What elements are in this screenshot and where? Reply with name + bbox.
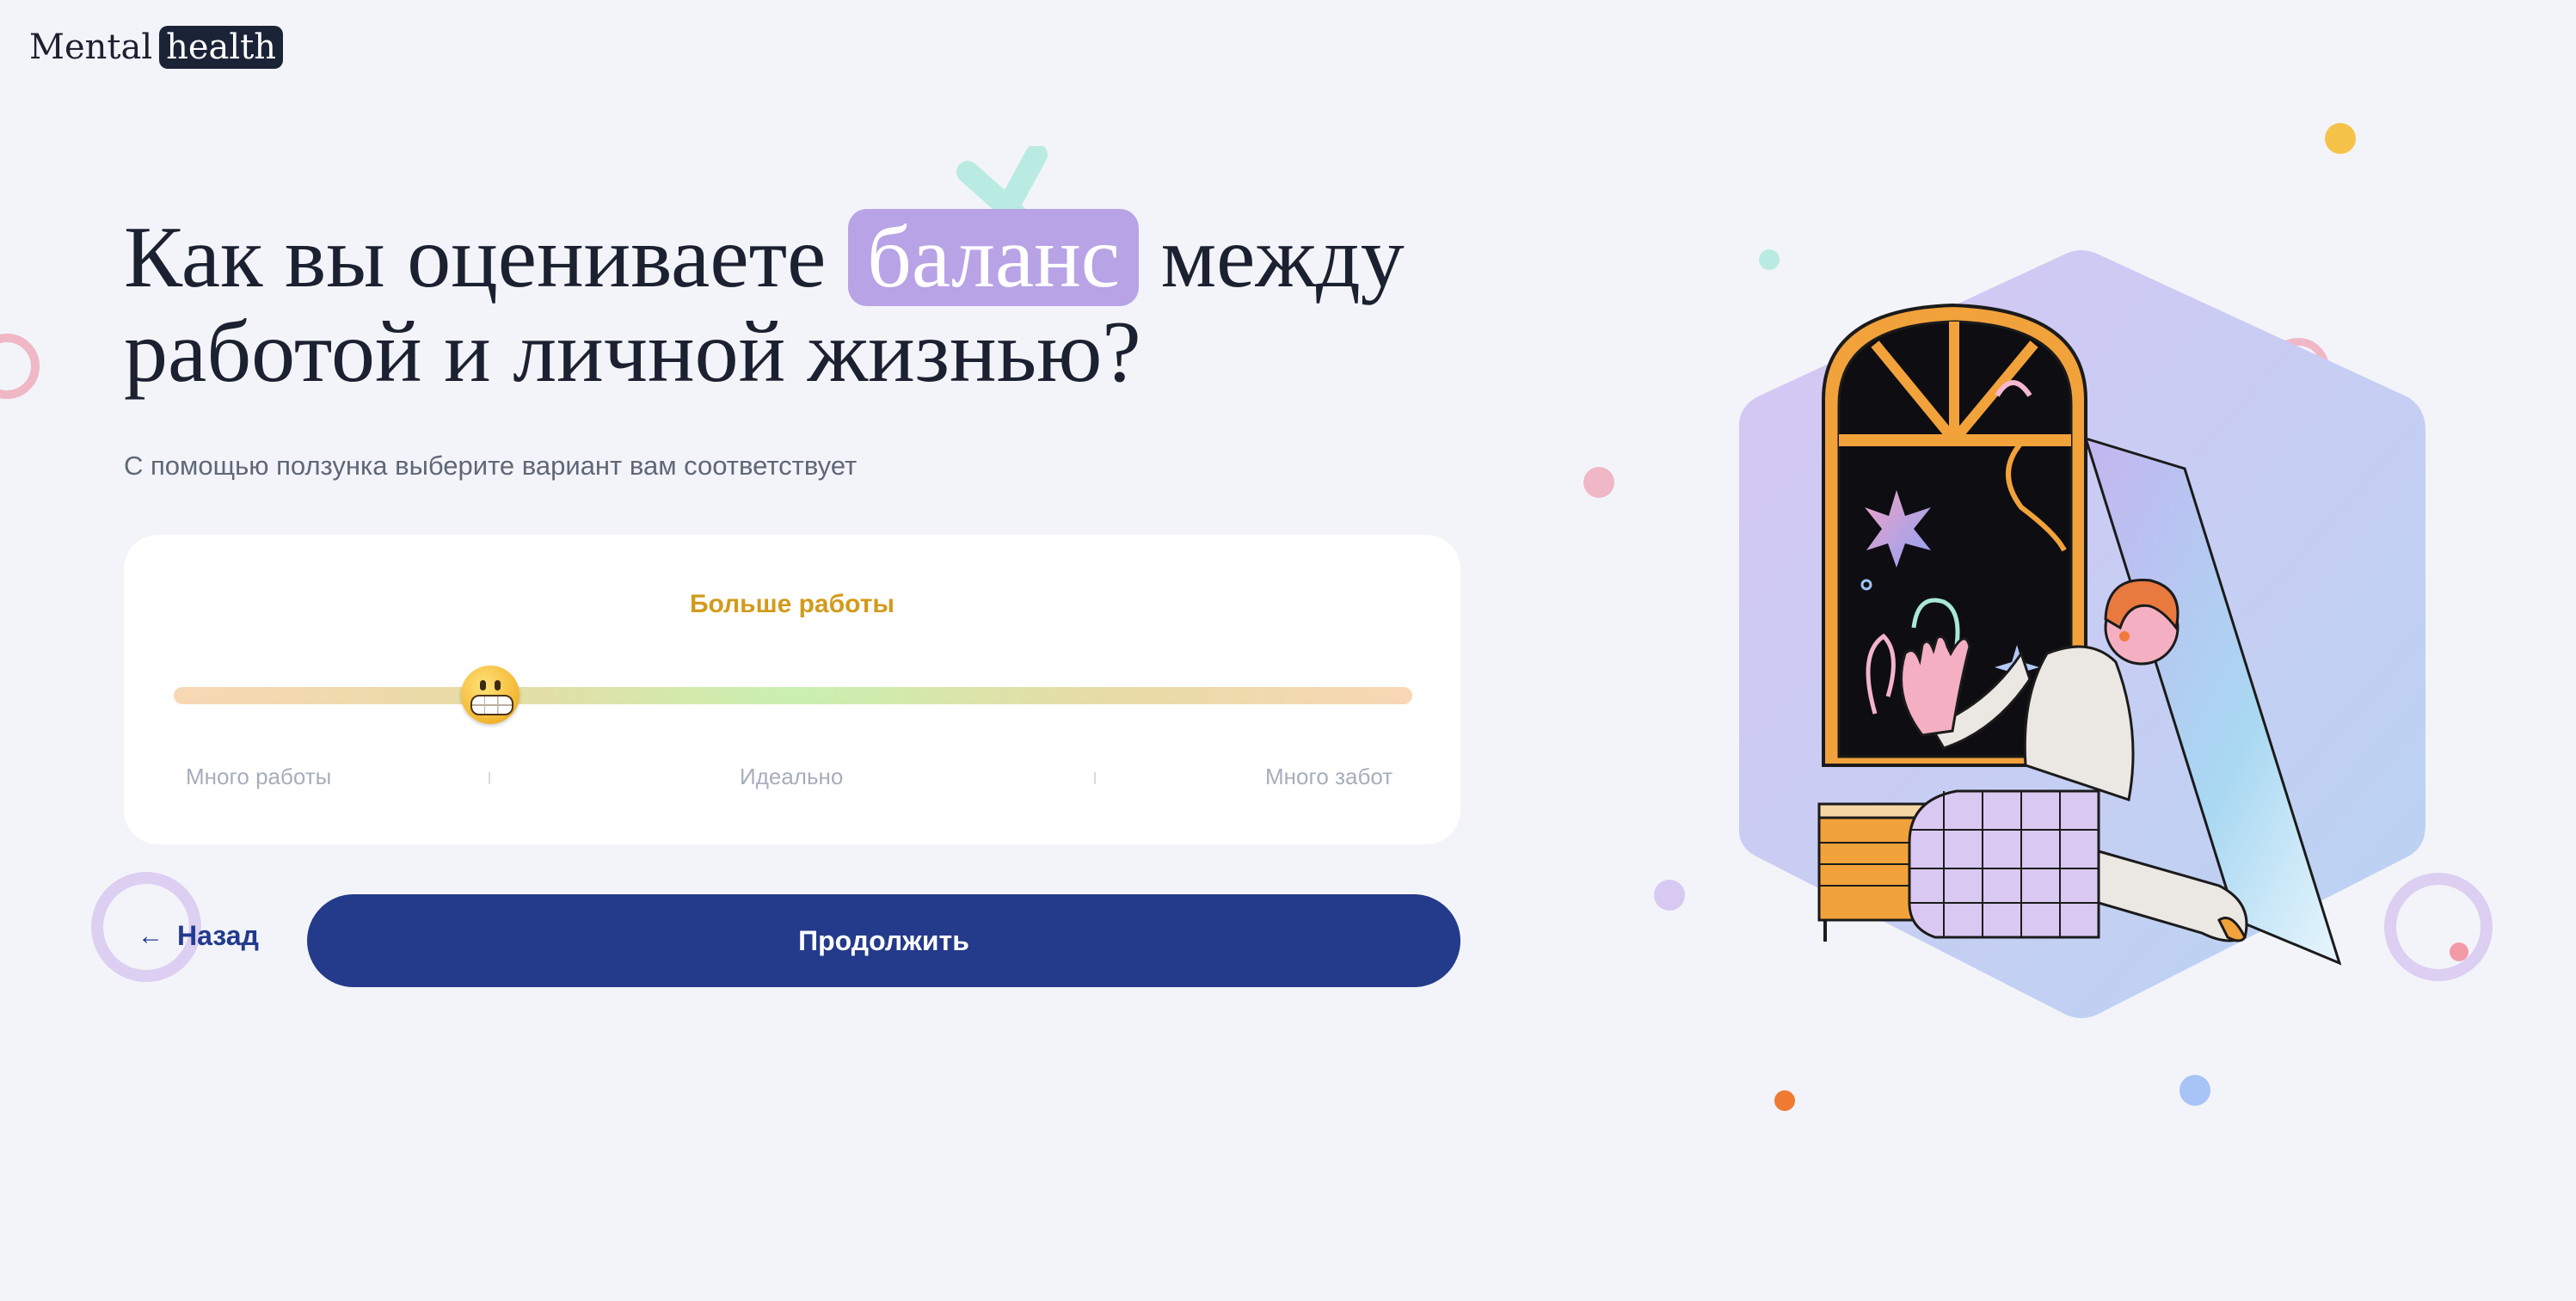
page-title: Как вы оцениваете баланс между работой и… — [124, 209, 1414, 400]
decor-ring — [0, 334, 40, 399]
decor-dot — [2179, 1075, 2210, 1106]
tick-label-many-worries[interactable]: Много забот — [1265, 764, 1393, 790]
arrow-left-icon: ← — [138, 921, 163, 950]
logo-text-health: health — [159, 26, 284, 69]
tick-label-many-work[interactable]: Много работы — [186, 764, 331, 790]
slider-current-value: Больше работы — [689, 590, 895, 618]
emoji-teeth — [470, 695, 513, 715]
tick-label-ideal[interactable]: Идеально — [740, 764, 843, 790]
back-button-label: Назад — [177, 920, 259, 951]
continue-button[interactable]: Продолжить — [307, 894, 1460, 987]
person-at-window-illustration — [1738, 250, 2425, 1018]
decor-dot — [1774, 1090, 1795, 1111]
title-part-before: Как вы оцениваете — [124, 209, 848, 306]
balance-slider-track[interactable] — [174, 687, 1412, 704]
emoji-eye — [480, 680, 486, 690]
logo[interactable]: Mental health — [29, 26, 284, 69]
logo-text-mental: Mental — [29, 28, 153, 67]
tick-mark — [489, 772, 490, 784]
slider-card: Больше работы Много работы Идеально Мног… — [124, 535, 1460, 844]
decor-dot — [1583, 467, 1614, 498]
back-button[interactable]: ← Назад — [138, 920, 259, 952]
page-subtitle: С помощью ползунка выберите вариант вам … — [124, 451, 858, 481]
decor-dot — [1654, 880, 1685, 911]
tick-mark — [1094, 772, 1096, 784]
emoji-eye — [495, 680, 501, 690]
slider-thumb-grimacing-emoji-icon[interactable] — [461, 666, 520, 724]
decor-dot — [2325, 123, 2356, 154]
title-accent-word: баланс — [847, 209, 1140, 306]
